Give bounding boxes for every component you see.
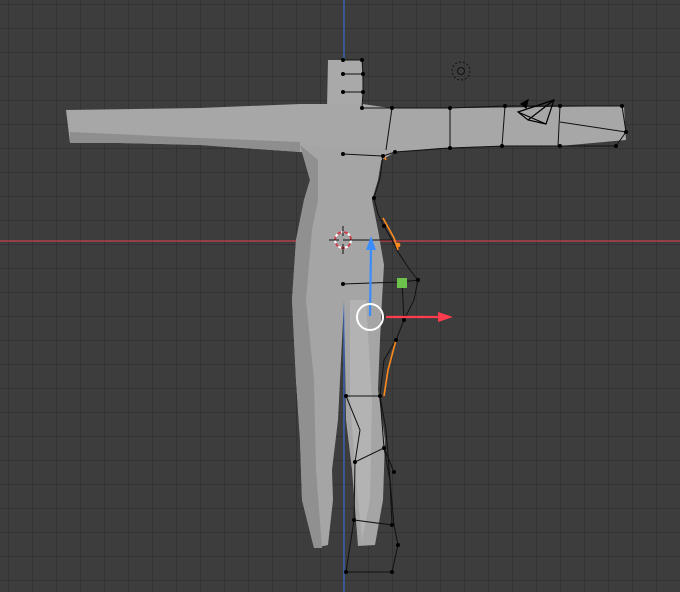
selected-edges — [382, 155, 399, 397]
gizmo-x-arrow-icon[interactable] — [438, 312, 453, 322]
scene-canvas[interactable] — [0, 0, 680, 592]
light-icon[interactable] — [451, 61, 471, 81]
3d-viewport[interactable] — [0, 0, 680, 592]
gizmo-plane-handle[interactable] — [397, 278, 407, 288]
character-mesh[interactable] — [66, 58, 628, 574]
mesh-neck — [327, 60, 363, 108]
gizmo-y-axis[interactable] — [368, 247, 373, 317]
